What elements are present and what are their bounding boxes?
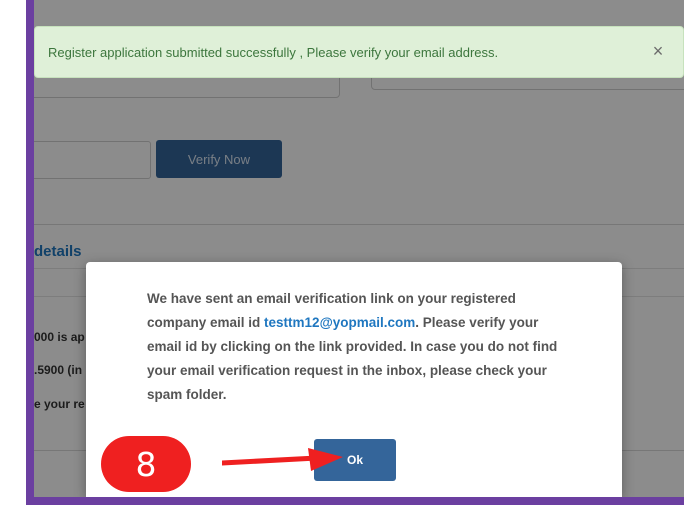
annotation-arrow-icon [222,448,343,471]
page-viewport: Verify Now details 000 is ap .5900 (in e… [34,0,684,497]
step-number-badge: 8 [101,436,191,492]
modal-email-address: testtm12@yopmail.com [264,315,416,330]
close-icon[interactable]: × [649,41,667,61]
alert-message: Register application submitted successfu… [48,45,499,60]
modal-message: We have sent an email verification link … [147,287,567,407]
success-alert: Register application submitted successfu… [34,26,684,78]
